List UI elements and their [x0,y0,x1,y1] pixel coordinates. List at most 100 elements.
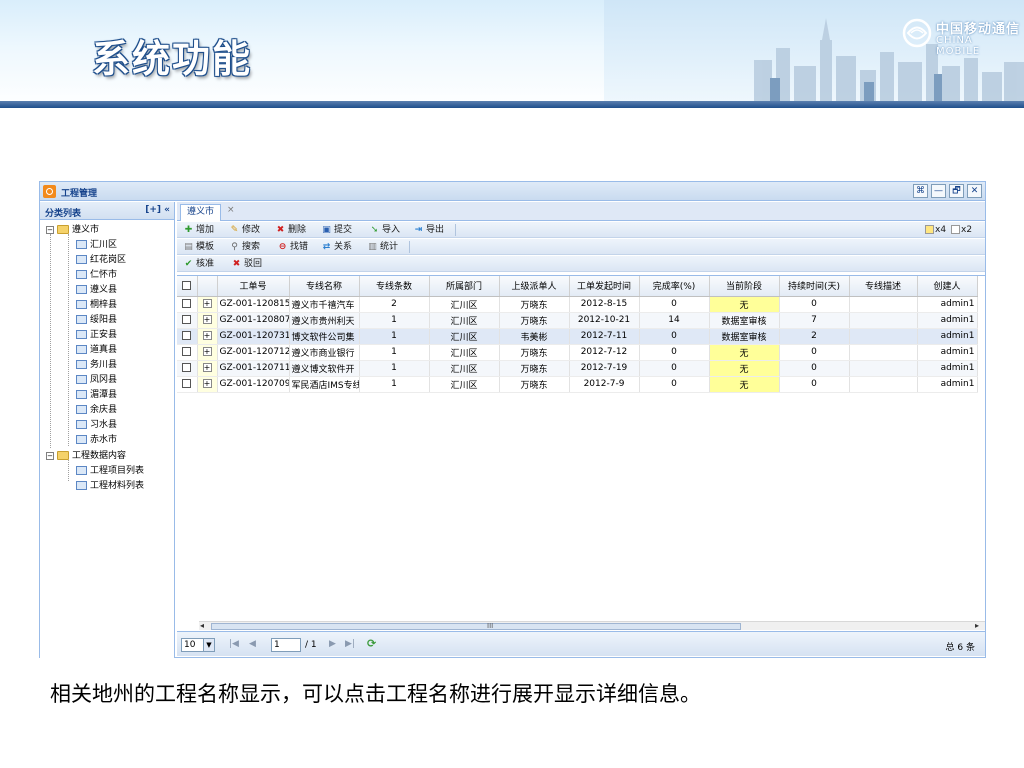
tab-close-icon[interactable]: × [227,205,235,215]
tree-node-yuqing[interactable]: 余庆县 [76,403,117,418]
col-header-stage[interactable]: 当前阶段 [709,276,780,297]
row-checkbox[interactable] [177,360,198,377]
tree-node-chishui[interactable]: 赤水市 [76,433,117,448]
col-header-description[interactable]: 专线描述 [849,276,918,297]
cell-line-name[interactable]: 军民酒店IMS专线 [289,376,360,393]
expand-plus-icon: + [202,379,212,388]
cell-duration: 7 [779,312,850,329]
scroll-left-icon[interactable]: ◂ [200,621,204,630]
scroll-right-icon[interactable]: ▸ [975,621,979,630]
col-header-start-time[interactable]: 工单发起时间 [569,276,640,297]
table-row[interactable]: + GZ-001-120731- 博文软件公司集 1 汇川区 韦美彬 2012-… [177,328,978,345]
table-row[interactable]: + GZ-001-120709- 军民酒店IMS专线 1 汇川区 万晓东 201… [177,376,978,393]
tab-zunyi[interactable]: 遵义市 [180,204,222,221]
row-expander[interactable]: + [197,344,218,361]
tree-node-zunyi[interactable]: − 遵义市 [46,223,99,238]
select-all-checkbox[interactable] [177,276,198,297]
stats-button[interactable]: ▥ 统计 [367,241,398,253]
delete-button[interactable]: ✖ 删除 [275,224,306,236]
reject-x-icon: ✖ [232,259,241,269]
reject-button[interactable]: ✖ 驳回 [231,258,262,270]
last-page-icon[interactable]: ▶| [345,639,355,649]
col-header-order-no[interactable]: 工单号 [217,276,290,297]
tree-node-tongzi[interactable]: 桐梓县 [76,298,117,313]
col-header-creator[interactable]: 创建人 [917,276,978,297]
view-x2-toggle[interactable]: x2 [951,224,972,236]
prev-page-icon[interactable]: ◀ [249,639,256,649]
col-header-department[interactable]: 所属部门 [429,276,500,297]
edit-button[interactable]: ✎ 修改 [229,224,260,236]
tree-node-project-list[interactable]: 工程项目列表 [76,464,144,479]
relation-button[interactable]: ⇄ 关系 [321,241,352,253]
tree-node-suiyang[interactable]: 绥阳县 [76,313,117,328]
approve-button[interactable]: ✔ 核准 [183,258,214,270]
tree-node-label: 仁怀市 [90,270,118,280]
scrollbar-thumb[interactable]: III [211,622,741,630]
page-size-select[interactable]: 10 ▼ [181,638,215,652]
col-header-dispatcher[interactable]: 上级派单人 [499,276,570,297]
row-expander[interactable]: + [197,328,218,345]
tree-node-meitan[interactable]: 湄潭县 [76,388,117,403]
tree-node-wuchuan[interactable]: 务川县 [76,358,117,373]
submit-label: 提交 [334,225,353,235]
row-checkbox[interactable] [177,344,198,361]
tree-node-label: 凤冈县 [90,375,118,385]
search-button[interactable]: ⚲ 搜索 [229,241,260,253]
restore-button[interactable]: 🗗 [949,184,964,198]
horizontal-scrollbar[interactable]: ◂ III ▸ [199,621,985,630]
find-error-button[interactable]: ⊖ 找错 [277,241,308,253]
next-page-icon[interactable]: ▶ [329,639,336,649]
cell-line-name[interactable]: 遵义市商业银行 [289,344,360,361]
col-header-line-count[interactable]: 专线条数 [359,276,430,297]
cell-line-name[interactable]: 遵义博文软件开 [289,360,360,377]
row-checkbox[interactable] [177,312,198,329]
row-expander[interactable]: + [197,376,218,393]
view-x4-toggle[interactable]: x4 [925,224,946,236]
cell-dispatcher: 万晓东 [499,376,570,393]
first-page-icon[interactable]: |◀ [229,639,239,649]
row-expander[interactable]: + [197,312,218,329]
tree-node-huichuan[interactable]: 汇川区 [76,238,117,253]
tree-node-daozhen[interactable]: 道真县 [76,343,117,358]
collapse-icon[interactable]: − [46,451,54,460]
tree-node-fenggang[interactable]: 凤冈县 [76,373,117,388]
pin-icon[interactable]: ⌘ [913,184,928,198]
tree-node-project-data[interactable]: − 工程数据内容 [46,449,126,464]
import-button[interactable]: ➘ 导入 [369,224,400,236]
table-row[interactable]: + GZ-001-120815- 遵义市千禧汽车 2 汇川区 万晓东 2012-… [177,296,978,313]
table-row[interactable]: + GZ-001-120807- 遵义市贵州利天 1 汇川区 万晓东 2012-… [177,312,978,329]
row-checkbox[interactable] [177,376,198,393]
table-row[interactable]: + GZ-001-120711- 遵义博文软件开 1 汇川区 万晓东 2012-… [177,360,978,377]
collapse-icon[interactable]: − [46,225,54,234]
row-checkbox[interactable] [177,328,198,345]
chevron-down-icon[interactable]: ▼ [203,639,214,651]
table-row[interactable]: + GZ-001-120712- 遵义市商业银行 1 汇川区 万晓东 2012-… [177,344,978,361]
export-button[interactable]: ⇥ 导出 [413,224,444,236]
tree-node-xishui[interactable]: 习水县 [76,418,117,433]
tree-node-honghuagang[interactable]: 红花岗区 [76,253,126,268]
col-header-line-name[interactable]: 专线名称 [289,276,360,297]
minimize-button[interactable]: — [931,184,946,198]
cell-line-name[interactable]: 博文软件公司集 [289,328,360,345]
tree-node-renhuai[interactable]: 仁怀市 [76,268,117,283]
tree-node-zhengan[interactable]: 正安县 [76,328,117,343]
cell-line-name[interactable]: 遵义市千禧汽车 [289,296,360,313]
cell-line-name[interactable]: 遵义市贵州利天 [289,312,360,329]
row-checkbox[interactable] [177,296,198,313]
submit-button[interactable]: ▣ 提交 [321,224,352,236]
row-expander[interactable]: + [197,360,218,377]
tree-node-zunyixian[interactable]: 遵义县 [76,283,117,298]
col-header-completion[interactable]: 完成率(%) [639,276,710,297]
expand-plus-icon: + [202,331,212,340]
refresh-icon[interactable]: ⟳ [367,637,376,650]
template-button[interactable]: ▤ 模板 [183,241,214,253]
tree-node-material-list[interactable]: 工程材料列表 [76,479,144,494]
current-page-input[interactable]: 1 [271,638,301,652]
search-label: 搜索 [242,242,261,252]
row-expander[interactable]: + [197,296,218,313]
close-button[interactable]: ✕ [967,184,982,198]
collapse-panel-button[interactable]: [+] « [145,205,170,215]
col-header-duration[interactable]: 持续时间(天) [779,276,850,297]
x4-flag-icon [925,225,934,234]
add-button[interactable]: ✚ 增加 [183,224,214,236]
